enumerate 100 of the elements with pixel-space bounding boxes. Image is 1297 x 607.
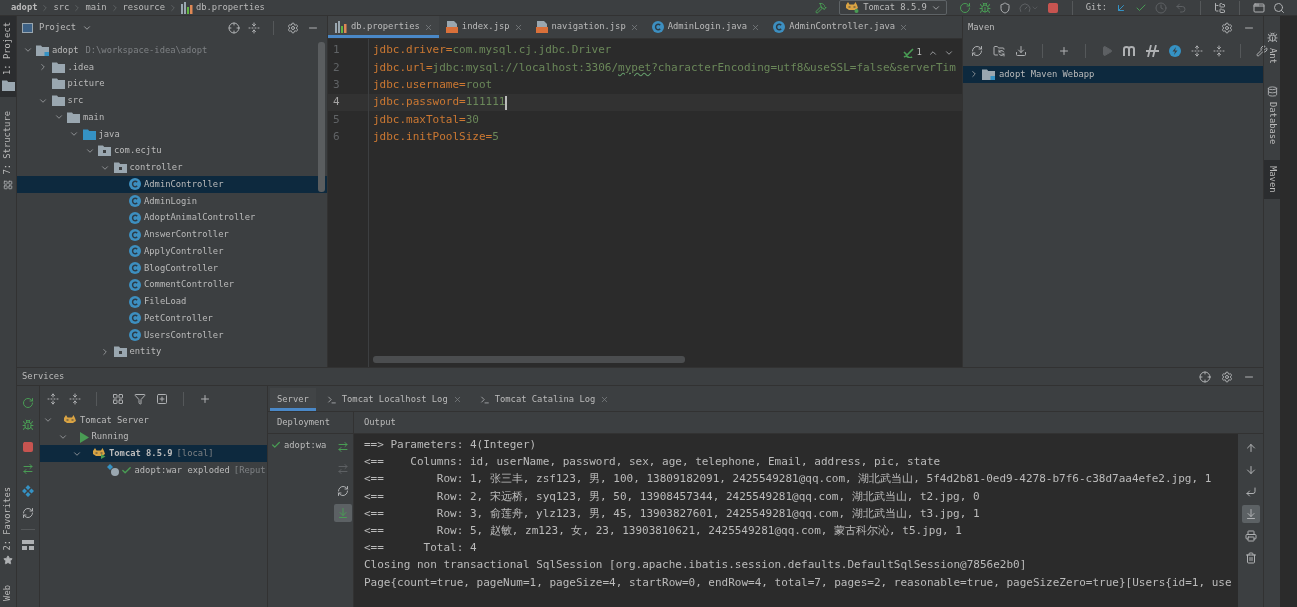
tree-item[interactable]: AdminLogin	[17, 192, 327, 210]
chevron-right-icon[interactable]	[100, 346, 110, 357]
tool-window-button[interactable]: Maven	[1264, 160, 1280, 199]
breadcrumb-item[interactable]: db.properties	[177, 0, 268, 15]
crosshair-icon[interactable]	[1199, 370, 1211, 383]
arrow-down-icon[interactable]	[1244, 464, 1257, 476]
tree-item[interactable]: Tomcat 8.5.9 [local]	[40, 445, 267, 463]
collapse-icon[interactable]	[1213, 44, 1225, 57]
close-icon[interactable]	[513, 22, 523, 32]
console-icon[interactable]	[479, 394, 490, 405]
collapse-icon[interactable]	[248, 21, 260, 34]
close-icon[interactable]	[423, 22, 433, 32]
wrench-icon[interactable]	[1256, 44, 1268, 57]
close-icon[interactable]	[899, 22, 909, 32]
expand-icon[interactable]	[47, 393, 59, 405]
close-icon[interactable]	[452, 395, 462, 404]
expand-icon[interactable]	[1191, 44, 1203, 57]
shield-icon[interactable]	[998, 1, 1011, 14]
folder-sync-icon[interactable]	[993, 44, 1005, 57]
refresh-icon[interactable]	[337, 485, 349, 497]
settings-icon[interactable]	[1221, 21, 1233, 34]
rerun-icon[interactable]	[22, 397, 34, 409]
tree-item[interactable]: adopt Maven Webapp	[963, 66, 1263, 83]
breadcrumb-item[interactable]: src	[50, 0, 73, 15]
chevron-right-icon[interactable]	[38, 62, 48, 73]
tree-item[interactable]: picture	[17, 75, 327, 93]
tree-item[interactable]: java	[17, 125, 327, 143]
tree-item[interactable]: FileLoad	[17, 293, 327, 310]
print-icon[interactable]	[1244, 530, 1257, 542]
plus-icon[interactable]	[1058, 44, 1070, 57]
close-icon[interactable]	[600, 395, 610, 404]
breadcrumb-item[interactable]: adopt	[8, 0, 41, 15]
tree-item[interactable]: main	[17, 109, 327, 126]
horizontal-scrollbar[interactable]	[373, 356, 685, 363]
diamonds-icon[interactable]	[22, 485, 34, 497]
settings-icon[interactable]	[1221, 370, 1233, 383]
search-icon[interactable]	[1273, 1, 1285, 14]
editor-tab[interactable]: navigation.jsp	[528, 16, 645, 38]
tree-item[interactable]: AdoptAnimalController	[17, 209, 327, 227]
stop-icon[interactable]	[22, 441, 34, 453]
refresh-icon[interactable]	[22, 507, 34, 519]
editor-tab[interactable]: AdminLogin.java	[644, 16, 767, 38]
tool-window-button[interactable]: 1: Project	[0, 16, 16, 97]
breadcrumb-item[interactable]: main	[82, 0, 110, 15]
view-dropdown[interactable]: Project	[22, 20, 93, 35]
tree-item[interactable]: adopt:war exploded [Reput	[40, 462, 267, 479]
tree-item[interactable]: PetController	[17, 310, 327, 327]
tree-item[interactable]: com.ecjtu	[17, 142, 327, 160]
soft-wrap-icon[interactable]	[1244, 486, 1257, 498]
services-tab[interactable]: Server	[270, 388, 316, 411]
bug-icon[interactable]	[22, 419, 34, 431]
editor-tab[interactable]: db.properties	[328, 16, 439, 38]
tool-window-button[interactable]: Database	[1264, 79, 1280, 151]
tree-item[interactable]: BlogController	[17, 259, 327, 277]
trash-icon[interactable]	[1244, 552, 1257, 564]
download-icon[interactable]	[1015, 44, 1027, 57]
arrow-up-icon[interactable]	[1244, 442, 1257, 454]
group-icon[interactable]	[112, 393, 124, 405]
bug-icon[interactable]	[978, 1, 991, 14]
tree-item[interactable]: Tomcat Server	[40, 412, 267, 429]
editor-tab[interactable]: index.jsp	[438, 16, 529, 38]
window-icon[interactable]	[1253, 1, 1265, 14]
tree-item[interactable]: CommentController	[17, 276, 327, 294]
lightning-icon[interactable]	[1169, 44, 1181, 57]
plus-icon[interactable]	[199, 393, 211, 405]
hammer-icon[interactable]	[815, 1, 828, 14]
services-tab[interactable]: Tomcat Catalina Log	[472, 388, 617, 411]
tree-item[interactable]: adopt D:\workspace-idea\adopt	[17, 42, 327, 59]
run-configuration-dropdown[interactable]: Tomcat 8.5.9	[839, 0, 947, 15]
breadcrumb-item[interactable]: resource	[119, 0, 168, 15]
tool-window-button[interactable]: Ant	[1264, 26, 1280, 70]
console-icon[interactable]	[326, 394, 337, 405]
close-icon[interactable]	[629, 22, 639, 32]
tree-item[interactable]: controller	[17, 159, 327, 176]
settings-icon[interactable]	[287, 21, 299, 34]
tree-item[interactable]: Running	[40, 428, 267, 446]
services-tab[interactable]: Tomcat Localhost Log	[319, 388, 469, 411]
tree-item[interactable]: src	[17, 92, 327, 109]
tool-window-button[interactable]: 2: Favorites	[0, 480, 16, 572]
filter-icon[interactable]	[134, 393, 146, 405]
layout-icon[interactable]	[22, 540, 34, 550]
tool-window-button[interactable]: Web	[0, 579, 16, 607]
collapse-icon[interactable]	[69, 393, 81, 405]
close-icon[interactable]	[751, 22, 761, 32]
tool-window-button[interactable]: 7: Structure	[0, 104, 16, 196]
check-icon[interactable]	[902, 47, 915, 58]
slashes-icon[interactable]	[1146, 44, 1159, 57]
deployment-item[interactable]: adopt:wa	[268, 437, 333, 454]
rerun-icon[interactable]	[958, 1, 971, 14]
tree-item[interactable]: AnswerController	[17, 226, 327, 243]
refresh-icon[interactable]	[971, 44, 983, 57]
tree-item[interactable]: AdminController	[17, 176, 327, 193]
stop-icon[interactable]	[1046, 1, 1059, 14]
tree-item[interactable]: .idea	[17, 58, 327, 76]
tree-item[interactable]: UsersController	[17, 326, 327, 344]
swap-arrows-icon[interactable]	[337, 441, 349, 453]
m-icon[interactable]	[1123, 45, 1136, 56]
folder-tree-icon[interactable]	[1214, 1, 1226, 14]
crosshair-icon[interactable]	[228, 21, 240, 34]
vertical-scrollbar[interactable]	[318, 42, 325, 192]
